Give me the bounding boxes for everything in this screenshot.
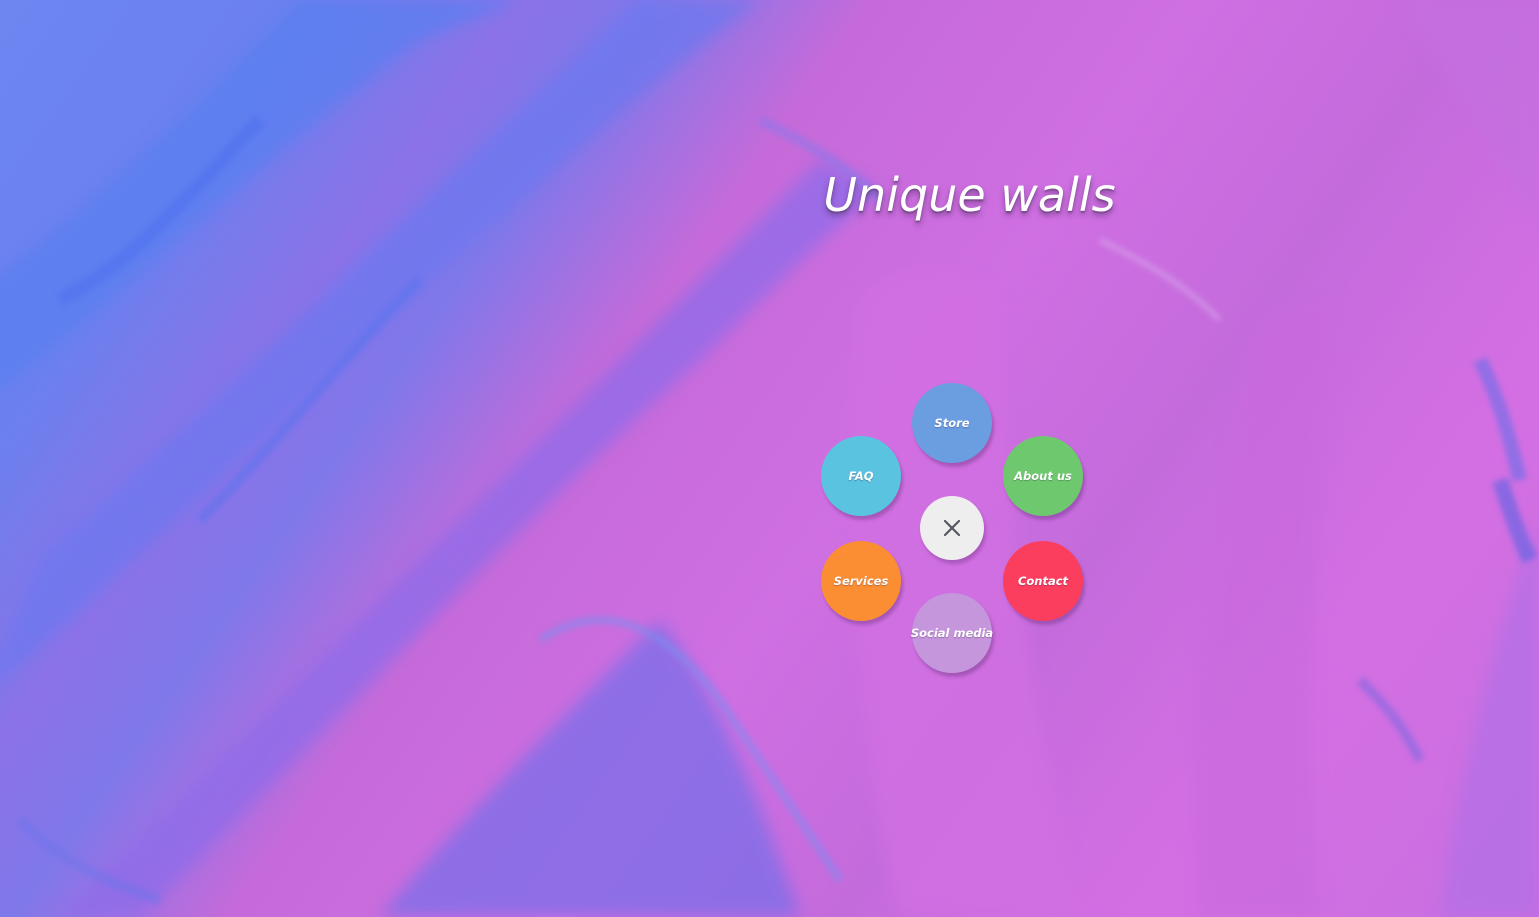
about-us-button[interactable]: About us	[1003, 436, 1083, 516]
store-label: Store	[934, 416, 970, 430]
contact-button[interactable]: Contact	[1003, 541, 1083, 621]
faq-label: FAQ	[848, 469, 874, 483]
faq-button[interactable]: FAQ	[821, 436, 901, 516]
about-us-label: About us	[1014, 469, 1072, 483]
paint-strokes	[0, 0, 1539, 917]
close-menu-button[interactable]	[920, 496, 984, 560]
services-label: Services	[833, 574, 889, 588]
services-button[interactable]: Services	[821, 541, 901, 621]
contact-label: Contact	[1017, 574, 1069, 588]
social-media-label: Social media	[910, 626, 994, 640]
store-button[interactable]: Store	[912, 383, 992, 463]
social-media-button[interactable]: Social media	[910, 593, 994, 673]
page-title: Unique walls	[823, 168, 1116, 222]
painted-background	[0, 0, 1539, 917]
close-icon	[943, 519, 961, 537]
